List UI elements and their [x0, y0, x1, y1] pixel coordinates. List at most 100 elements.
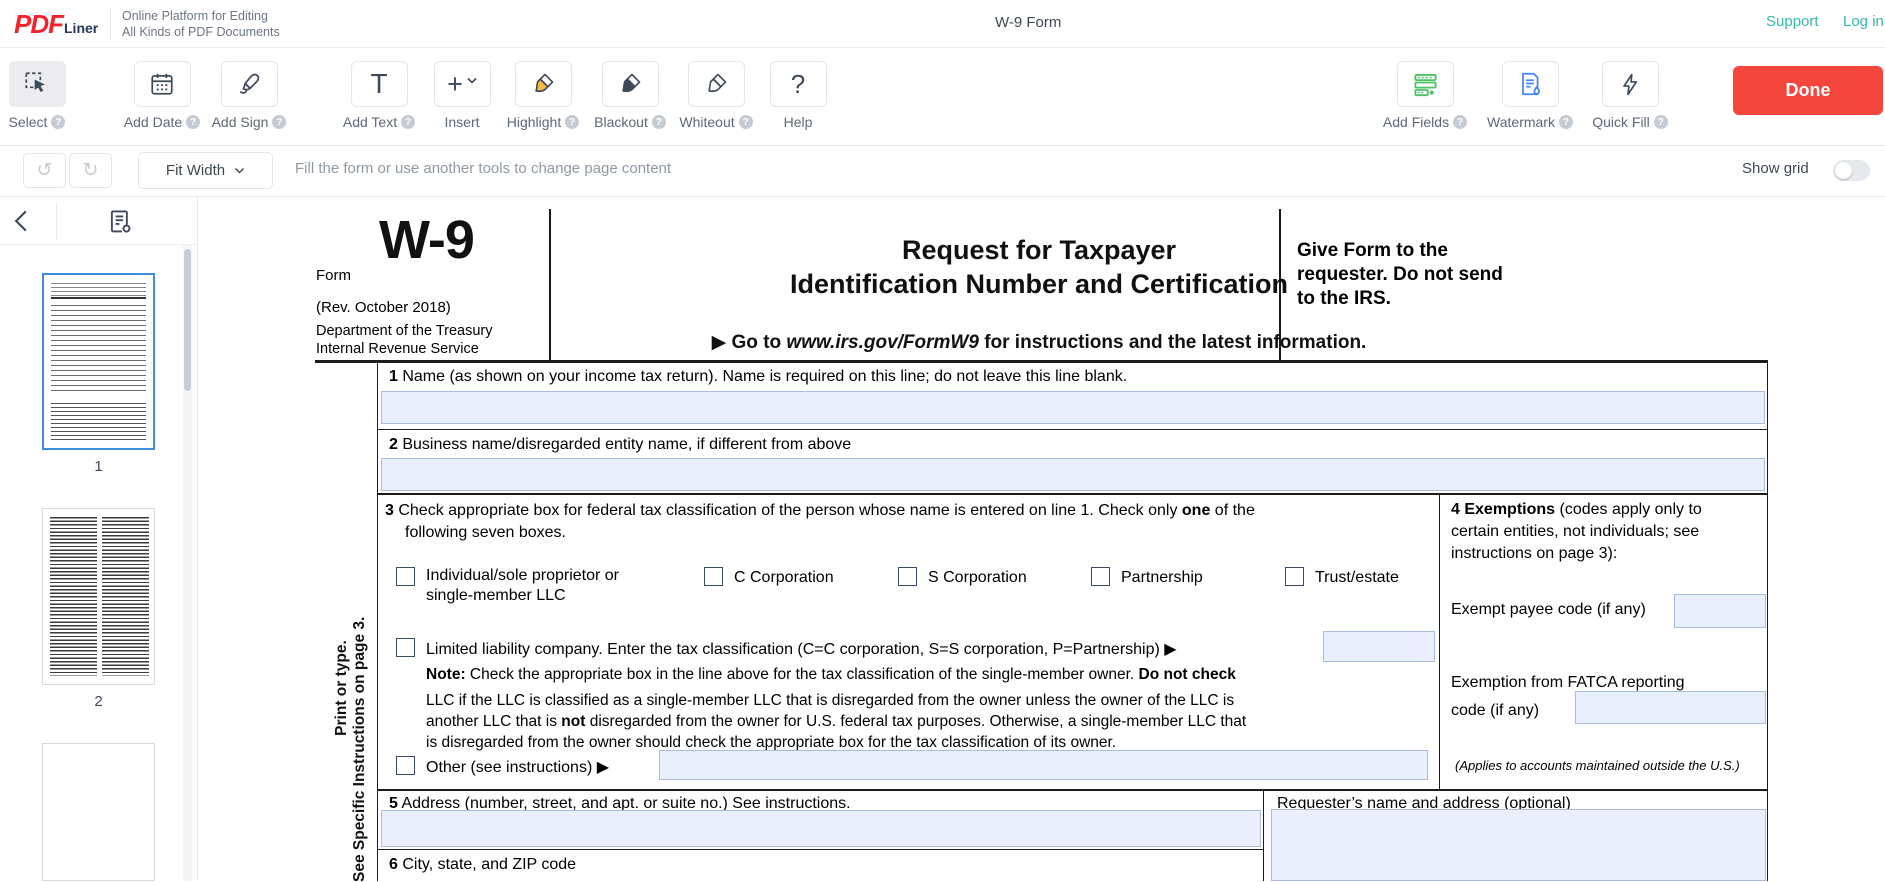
line6-label: 6 City, state, and ZIP code [389, 856, 576, 874]
document-title: W-9 Form [995, 14, 1061, 31]
s4-label-line1: 4 Exemptions (codes apply only to [1451, 501, 1702, 519]
tool-add-sign[interactable]: Add Sign? [201, 61, 297, 130]
text-tool-icon[interactable]: T [351, 61, 408, 107]
support-link[interactable]: Support [1766, 13, 1819, 30]
tagline-line2: All Kinds of PDF Documents [122, 24, 280, 40]
llc-classification-field[interactable] [1323, 631, 1435, 662]
tool-label: Help [784, 114, 813, 130]
llc-label: Limited liability company. Enter the tax… [426, 639, 1177, 659]
fatca-code-field[interactable] [1575, 691, 1766, 724]
tool-highlight[interactable]: Highlight? [495, 61, 591, 130]
help-badge-icon[interactable]: ? [1559, 115, 1573, 129]
zoom-mode-value: Fit Width [166, 162, 225, 179]
sidebar-scrollbar[interactable] [183, 245, 192, 881]
toggle-knob [1835, 162, 1852, 179]
checkbox-trust-estate[interactable] [1285, 567, 1304, 586]
show-grid-toggle[interactable] [1833, 160, 1870, 181]
help-badge-icon[interactable]: ? [652, 115, 666, 129]
tool-label: Add Fields [1383, 114, 1449, 130]
tool-add-fields[interactable]: Add Fields? [1377, 61, 1473, 130]
thumbnail-content [51, 283, 146, 299]
option-individual-line2: single-member LLC [426, 587, 566, 605]
applies-note: (Applies to accounts maintained outside … [1455, 758, 1740, 773]
page-number-1: 1 [42, 458, 155, 475]
give-form-note: Give Form to the requester. Do not send … [1297, 239, 1507, 311]
checkbox-other[interactable] [396, 756, 415, 775]
tool-label: Whiteout [679, 114, 734, 130]
checkbox-llc[interactable] [396, 638, 415, 657]
requester-name-address-field[interactable] [1271, 809, 1766, 881]
tool-label: Select [9, 114, 48, 130]
undo-button[interactable]: ↺ [23, 153, 66, 188]
exempt-payee-code-field[interactable] [1674, 594, 1766, 628]
scrollbar-thumb[interactable] [184, 249, 191, 391]
address-field[interactable] [381, 810, 1261, 847]
tool-add-text[interactable]: T Add Text? [331, 61, 427, 130]
tool-blackout[interactable]: Blackout? [582, 61, 678, 130]
help-badge-icon[interactable]: ? [186, 115, 200, 129]
s4-label-line3: instructions on page 3): [1451, 545, 1617, 563]
redo-button[interactable]: ↻ [69, 153, 112, 188]
help-question-icon[interactable]: ? [770, 61, 827, 107]
page-settings-icon[interactable] [105, 207, 135, 237]
fatca-label-line2: code (if any) [1451, 702, 1539, 720]
pdfliner-logo[interactable]: PDFLiner [14, 9, 98, 40]
redo-icon: ↻ [83, 159, 99, 182]
blackout-brush-icon[interactable] [602, 61, 659, 107]
form-dept-line2: Internal Revenue Service [316, 341, 479, 357]
other-description-field[interactable] [659, 750, 1428, 780]
calendar-icon[interactable] [134, 61, 191, 107]
tool-label: Add Sign [212, 114, 269, 130]
help-badge-icon[interactable]: ? [1654, 115, 1668, 129]
gutter-see-instructions: See Specific Instructions on page 3. [351, 494, 369, 882]
form-goto-line: ▶ Go to www.irs.gov/FormW9 for instructi… [679, 331, 1399, 354]
select-cursor-icon[interactable] [9, 61, 66, 107]
login-link[interactable]: Log in [1843, 13, 1884, 30]
checkbox-partnership[interactable] [1091, 567, 1110, 586]
form-word: Form [316, 267, 351, 284]
help-badge-icon[interactable]: ? [401, 115, 415, 129]
tool-select[interactable]: Select? [0, 61, 85, 130]
form-title-line2: Identification Number and Certification [679, 269, 1399, 300]
line1-label: 1 Name (as shown on your income tax retu… [389, 368, 1127, 386]
business-name-field[interactable] [381, 458, 1765, 491]
tool-label: Highlight [507, 114, 561, 130]
watermark-icon[interactable] [1502, 61, 1559, 107]
chevron-down-icon [234, 167, 245, 174]
tool-help[interactable]: ? Help [750, 61, 846, 130]
done-button[interactable]: Done [1733, 66, 1883, 115]
header-bottom-rule [315, 360, 1768, 363]
help-badge-icon[interactable]: ? [565, 115, 579, 129]
pages-sidebar: 1 2 [0, 197, 198, 881]
tagline-line1: Online Platform for Editing [122, 8, 280, 24]
insert-plus-icon[interactable]: + [434, 61, 491, 107]
tool-watermark[interactable]: Watermark? [1482, 61, 1578, 130]
collapse-sidebar-icon[interactable] [12, 209, 30, 233]
lightning-bolt-icon[interactable] [1602, 61, 1659, 107]
checkbox-individual[interactable] [396, 567, 415, 586]
checkbox-s-corporation[interactable] [898, 567, 917, 586]
tool-quick-fill[interactable]: Quick Fill? [1582, 61, 1678, 130]
page-thumbnail-1[interactable] [42, 273, 155, 450]
tool-label: Blackout [594, 114, 648, 130]
whiteout-brush-icon[interactable] [688, 61, 745, 107]
signature-pen-icon[interactable] [221, 61, 278, 107]
option-trust-estate: Trust/estate [1315, 569, 1399, 587]
tool-label: Watermark [1487, 114, 1555, 130]
page-thumbnail-2[interactable] [42, 508, 155, 685]
tool-label: Insert [444, 114, 479, 130]
help-badge-icon[interactable]: ? [272, 115, 286, 129]
highlight-brush-icon[interactable] [515, 61, 572, 107]
form-dept-line1: Department of the Treasury [316, 323, 493, 339]
logo-pdf-text: PDF [14, 9, 63, 39]
checkbox-c-corporation[interactable] [704, 567, 723, 586]
help-badge-icon[interactable]: ? [1453, 115, 1467, 129]
name-field[interactable] [381, 391, 1765, 424]
add-fields-icon[interactable] [1397, 61, 1454, 107]
help-badge-icon[interactable]: ? [51, 115, 65, 129]
tool-add-date[interactable]: Add Date? [114, 61, 210, 130]
line3-label-line2: following seven boxes. [405, 524, 566, 542]
zoom-mode-select[interactable]: Fit Width [138, 152, 273, 189]
line2-label: 2 Business name/disregarded entity name,… [389, 436, 851, 454]
page-thumbnail-3[interactable] [42, 743, 155, 881]
